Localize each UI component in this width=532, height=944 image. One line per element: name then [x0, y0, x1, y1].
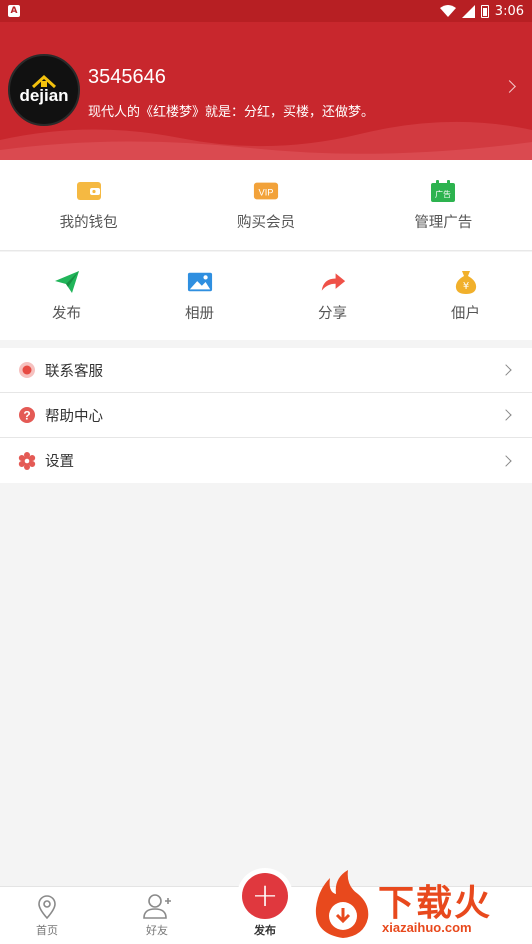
user-id: 3545646 [88, 66, 166, 88]
publish-feature-label: 发布 [52, 305, 81, 322]
help-icon: ? [18, 406, 36, 424]
location-pin-icon [38, 895, 56, 919]
buy-vip-button[interactable]: VIP 购买会员 [177, 160, 354, 250]
nav-home-label: 首页 [36, 924, 58, 937]
nav-home[interactable]: 首页 [36, 895, 58, 938]
avatar-logo-text: dejian [19, 86, 69, 105]
photo-icon [187, 270, 213, 294]
battery-icon [480, 4, 489, 18]
nav-friends[interactable]: 好友 [142, 893, 172, 938]
watermark: 下载火 xiazaihuo.com [308, 868, 528, 940]
wifi-icon [439, 5, 456, 17]
menu-item-customer-service[interactable]: 联系客服 [0, 348, 532, 393]
ad-badge-text: 广告 [435, 189, 451, 199]
svg-text:?: ? [23, 409, 30, 423]
status-time: 3:06 [494, 3, 524, 19]
album-label: 相册 [185, 305, 214, 322]
nav-publish-label: 发布 [254, 924, 276, 937]
settings-gear-icon [18, 451, 36, 470]
nav-publish[interactable]: + 发布 [242, 873, 288, 938]
publish-feature-button[interactable]: 发布 [0, 252, 133, 340]
watermark-brand: 下载火 [378, 883, 493, 924]
status-bar: A 3:06 [0, 0, 532, 22]
share-button[interactable]: 分享 [266, 252, 399, 340]
nav-friends-label: 好友 [146, 924, 168, 937]
features-row: 发布 相册 分享 ¥ 佃户 [0, 252, 532, 340]
menu-item-label: 帮助中心 [45, 408, 103, 425]
vip-badge-text: VIP [259, 187, 274, 197]
manage-ads-label: 管理广告 [414, 214, 473, 231]
menu-item-help-center[interactable]: ? 帮助中心 [0, 393, 532, 438]
chevron-right-icon[interactable] [503, 80, 516, 93]
customer-service-icon [18, 361, 36, 379]
menu-item-label: 设置 [45, 454, 74, 470]
chevron-right-icon [500, 454, 512, 467]
app-notification-icon: A [8, 5, 20, 17]
menu-item-label: 联系客服 [45, 363, 103, 380]
flame-logo-icon [315, 870, 369, 938]
plus-icon: + [251, 875, 279, 914]
ad-calendar-icon: 广告 [430, 179, 456, 203]
album-button[interactable]: 相册 [133, 252, 266, 340]
user-motto: 现代人的《红楼梦》就是：分红，买楼，还做梦。 [88, 105, 375, 120]
tenant-label: 佃户 [451, 305, 480, 322]
tenant-button[interactable]: ¥ 佃户 [399, 252, 532, 340]
watermark-site: xiazaihuo.com [382, 920, 472, 935]
money-bag-icon: ¥ [453, 270, 479, 294]
paper-plane-icon [54, 270, 80, 294]
avatar[interactable]: dejian [8, 54, 80, 126]
wallet-icon [76, 179, 102, 203]
wallet-label: 我的钱包 [59, 214, 118, 231]
wallet-button[interactable]: 我的钱包 [0, 160, 177, 250]
header-wave-decoration [0, 121, 532, 160]
signal-icon [461, 4, 475, 18]
buy-vip-label: 购买会员 [236, 214, 295, 231]
publish-plus-button[interactable]: + [242, 873, 288, 919]
chevron-right-icon [500, 364, 512, 376]
add-friend-icon [143, 894, 171, 919]
share-arrow-icon [320, 270, 346, 294]
menu-list: 联系客服 ? 帮助中心 设置 [0, 348, 532, 483]
quick-actions-row: 我的钱包 VIP 购买会员 广告 管理广告 [0, 160, 532, 251]
vip-icon: VIP [253, 179, 279, 203]
menu-item-settings[interactable]: 设置 [0, 438, 532, 483]
share-label: 分享 [318, 305, 347, 322]
chevron-right-icon [500, 409, 512, 421]
profile-header[interactable]: dejian 3545646 现代人的《红楼梦》就是：分红，买楼，还做梦。 [0, 22, 532, 160]
yuan-badge-text: ¥ [462, 281, 468, 292]
manage-ads-button[interactable]: 广告 管理广告 [355, 160, 532, 250]
